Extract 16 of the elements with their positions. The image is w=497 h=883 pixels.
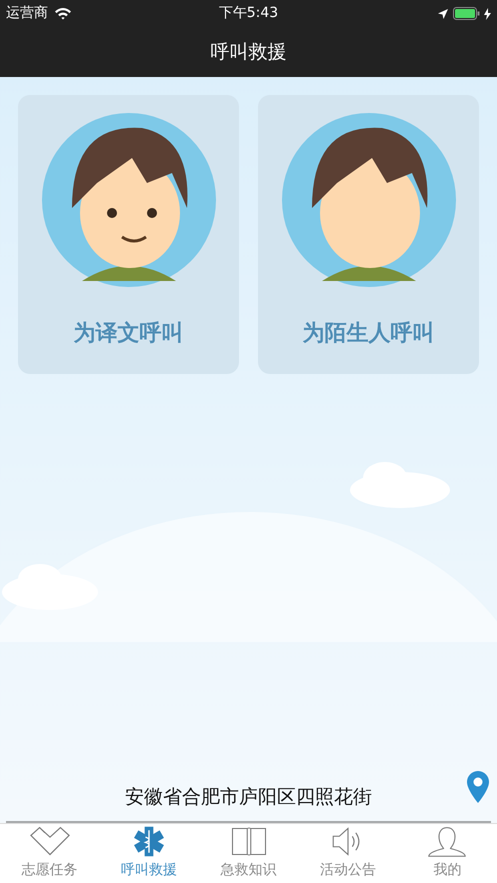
location-arrow-icon [437, 8, 449, 20]
tab-bar-item[interactable]: 活动公告 [298, 824, 398, 883]
screen-title: 呼叫救援 [210, 40, 286, 65]
carrier-name: 运营商 [6, 4, 48, 23]
current-address: 安徽省合肥市庐阳区四照花街 [125, 784, 372, 810]
tab-bar-item[interactable]: 呼叫救援 [99, 824, 199, 883]
tab-bar-item[interactable]: 急救知识 [198, 824, 298, 883]
status-time: 下午5:43 [218, 5, 278, 21]
charging-bolt-icon [484, 8, 491, 20]
location-pin-icon[interactable] [467, 770, 489, 802]
wifi-icon [54, 7, 72, 20]
tab-bar-item[interactable]: 志愿任务 [0, 824, 100, 883]
call-card[interactable]: 为译文呼叫 [18, 95, 239, 374]
call-card[interactable]: 为陌生人呼叫 [258, 95, 479, 374]
tab-bar-item[interactable]: 我的 [398, 824, 497, 883]
battery-icon [453, 7, 480, 20]
